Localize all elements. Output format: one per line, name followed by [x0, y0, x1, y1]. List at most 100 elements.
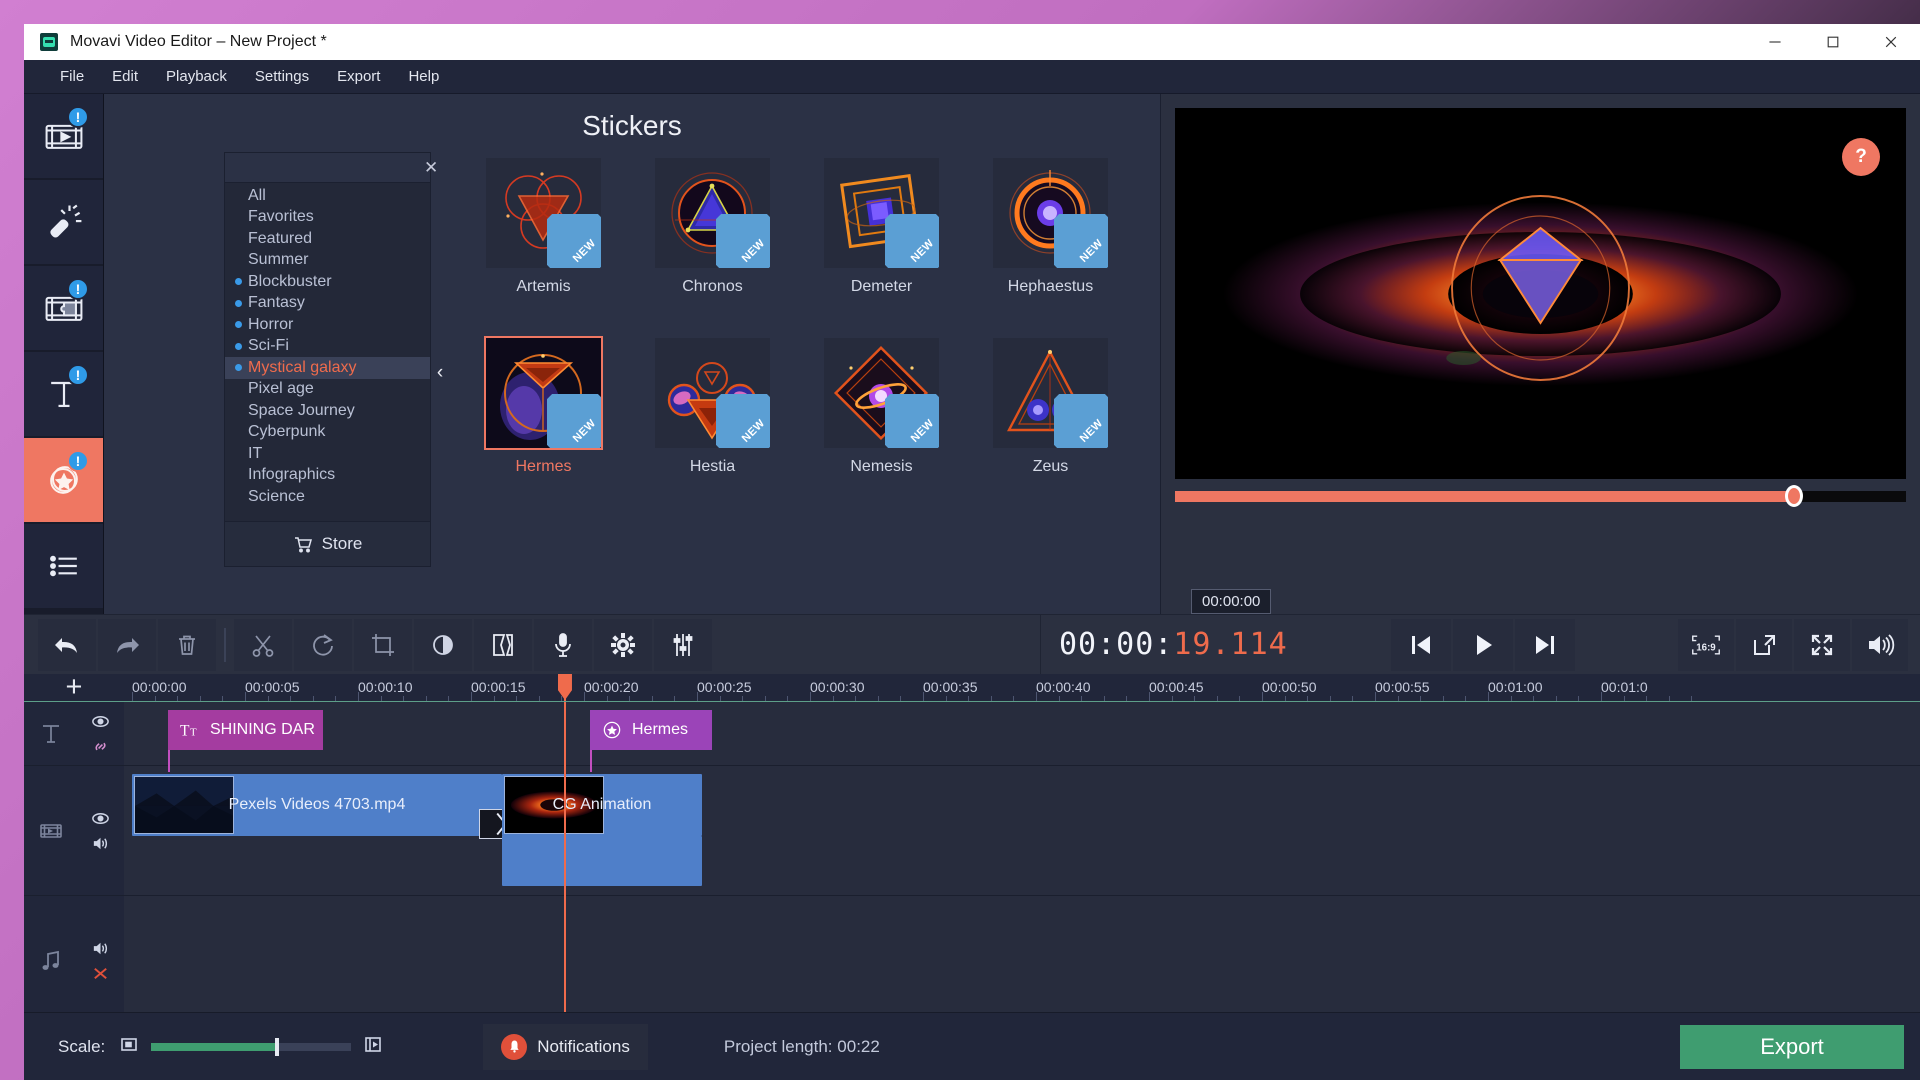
- scale-slider[interactable]: [151, 1037, 352, 1056]
- rail-item-stickers[interactable]: !: [24, 438, 103, 522]
- sticker-thumbnail[interactable]: NEW: [993, 158, 1108, 268]
- audio-track-lane[interactable]: [124, 896, 1920, 1012]
- menu-export[interactable]: Export: [323, 63, 394, 90]
- preview-progress-handle[interactable]: [1785, 485, 1804, 507]
- category-item[interactable]: Fantasy: [225, 293, 430, 315]
- rail-item-titles[interactable]: !: [24, 352, 103, 436]
- sticker-cell[interactable]: NEW Hermes: [471, 336, 616, 518]
- sticker-clip[interactable]: Hermes: [590, 710, 712, 750]
- sticker-cell[interactable]: NEW Demeter: [809, 158, 954, 338]
- clear-search-icon[interactable]: ✕: [420, 158, 442, 178]
- add-track-button[interactable]: +: [24, 671, 124, 703]
- title-clip[interactable]: T T SHINING DAR: [168, 710, 323, 750]
- color-adjust-button[interactable]: [414, 618, 472, 671]
- undo-button[interactable]: [38, 618, 96, 671]
- ruler-tick-mark: [1284, 696, 1286, 701]
- category-item[interactable]: Infographics: [225, 465, 430, 487]
- playhead-handle[interactable]: [557, 674, 572, 700]
- timeline-ruler[interactable]: 00:00:00 00:00:05 00:00:10 00:00:15 00:00:20…: [124, 674, 1920, 701]
- rail-item-transitions[interactable]: !: [24, 266, 103, 350]
- fullscreen-button[interactable]: [1794, 618, 1850, 671]
- preview-progress-bar[interactable]: [1175, 485, 1906, 507]
- video-clip-2[interactable]: CG Animation: [502, 774, 702, 836]
- menu-help[interactable]: Help: [394, 63, 453, 90]
- menu-playback[interactable]: Playback: [152, 63, 241, 90]
- ruler-playhead[interactable]: [557, 674, 572, 701]
- search-input[interactable]: [233, 159, 420, 176]
- current-timecode[interactable]: 00:00:19.114: [1059, 627, 1288, 662]
- category-item[interactable]: Featured: [225, 228, 430, 250]
- aspect-ratio-button[interactable]: 16:9: [1678, 618, 1734, 671]
- export-button[interactable]: Export: [1680, 1024, 1904, 1069]
- collapse-panel-button[interactable]: ‹: [431, 350, 449, 396]
- sticker-cell[interactable]: NEW Chronos: [640, 158, 785, 338]
- category-item[interactable]: Favorites: [225, 207, 430, 229]
- sticker-cell[interactable]: NEW Zeus: [978, 338, 1123, 518]
- timeline-playhead[interactable]: [563, 702, 566, 1012]
- video-clip-1[interactable]: Pexels Videos 4703.mp4: [132, 774, 502, 836]
- detach-player-button[interactable]: [1736, 618, 1792, 671]
- help-button[interactable]: ?: [1842, 138, 1880, 176]
- rail-item-more-tools[interactable]: [24, 524, 103, 608]
- video-preview[interactable]: ?: [1175, 108, 1906, 479]
- category-item[interactable]: Sci-Fi: [225, 336, 430, 358]
- prev-frame-button[interactable]: [1390, 618, 1451, 671]
- category-item[interactable]: All: [225, 185, 430, 207]
- category-item[interactable]: Mystical galaxy: [225, 357, 430, 379]
- category-item[interactable]: IT: [225, 443, 430, 465]
- split-button[interactable]: [234, 618, 292, 671]
- sticker-thumbnail[interactable]: NEW: [655, 158, 770, 268]
- menu-file[interactable]: File: [46, 63, 98, 90]
- sticker-thumbnail[interactable]: NEW: [486, 158, 601, 268]
- ruler-tick-mark: [1375, 692, 1376, 701]
- rail-item-import-media[interactable]: !: [24, 94, 103, 178]
- scale-slider-knob[interactable]: [275, 1037, 280, 1056]
- maximize-button[interactable]: [1804, 24, 1862, 60]
- category-item[interactable]: Blockbuster: [225, 271, 430, 293]
- redo-button[interactable]: [98, 618, 156, 671]
- sticker-cell[interactable]: NEW Hephaestus: [978, 158, 1123, 338]
- video-track-lane[interactable]: Pexels Videos 4703.mp4 CG Animation: [124, 766, 1920, 896]
- sticker-thumbnail[interactable]: NEW: [993, 338, 1108, 448]
- audio-mixer-button[interactable]: [654, 618, 712, 671]
- sticker-thumbnail[interactable]: NEW: [824, 338, 939, 448]
- play-button[interactable]: [1452, 618, 1513, 671]
- ruler-tick-label: 00:01:0: [1601, 679, 1648, 695]
- menu-settings[interactable]: Settings: [241, 63, 323, 90]
- category-item[interactable]: Pixel age: [225, 379, 430, 401]
- zoom-in-icon[interactable]: [363, 1034, 383, 1059]
- sticker-cell[interactable]: NEW Nemesis: [809, 338, 954, 518]
- notifications-button[interactable]: Notifications: [483, 1023, 648, 1070]
- new-badge: NEW: [1054, 394, 1108, 448]
- ruler-tick-mark: [290, 696, 292, 701]
- next-frame-button[interactable]: [1514, 618, 1575, 671]
- sticker-thumbnail[interactable]: NEW: [484, 336, 603, 450]
- sticker-cell[interactable]: NEW Artemis: [471, 158, 616, 338]
- menu-edit[interactable]: Edit: [98, 63, 152, 90]
- sticker-cell[interactable]: NEW Hestia: [640, 338, 785, 518]
- sticker-thumbnail[interactable]: NEW: [824, 158, 939, 268]
- record-audio-button[interactable]: [534, 618, 592, 671]
- video-clip-2-audio-part[interactable]: [502, 836, 702, 886]
- category-item[interactable]: Science: [225, 486, 430, 508]
- zoom-out-icon[interactable]: [119, 1034, 139, 1059]
- rail-item-filters[interactable]: [24, 180, 103, 264]
- volume-button[interactable]: [1852, 618, 1908, 671]
- ruler-tick-mark: [358, 692, 359, 701]
- ruler-tick-mark: [1601, 692, 1602, 701]
- title-track-lane[interactable]: T T SHINING DAR Hermes: [124, 702, 1920, 772]
- sticker-thumbnail[interactable]: NEW: [655, 338, 770, 448]
- minimize-button[interactable]: [1746, 24, 1804, 60]
- clip-properties-button[interactable]: [594, 618, 652, 671]
- category-item[interactable]: Summer: [225, 250, 430, 272]
- transition-button[interactable]: [474, 618, 532, 671]
- category-item[interactable]: Cyberpunk: [225, 422, 430, 444]
- category-item[interactable]: Horror: [225, 314, 430, 336]
- play-icon: [1476, 634, 1492, 655]
- close-button[interactable]: [1862, 24, 1920, 60]
- category-item[interactable]: Space Journey: [225, 400, 430, 422]
- rotate-button[interactable]: [294, 618, 352, 671]
- store-button[interactable]: Store: [225, 521, 430, 566]
- crop-button[interactable]: [354, 618, 412, 671]
- delete-button[interactable]: [158, 618, 216, 671]
